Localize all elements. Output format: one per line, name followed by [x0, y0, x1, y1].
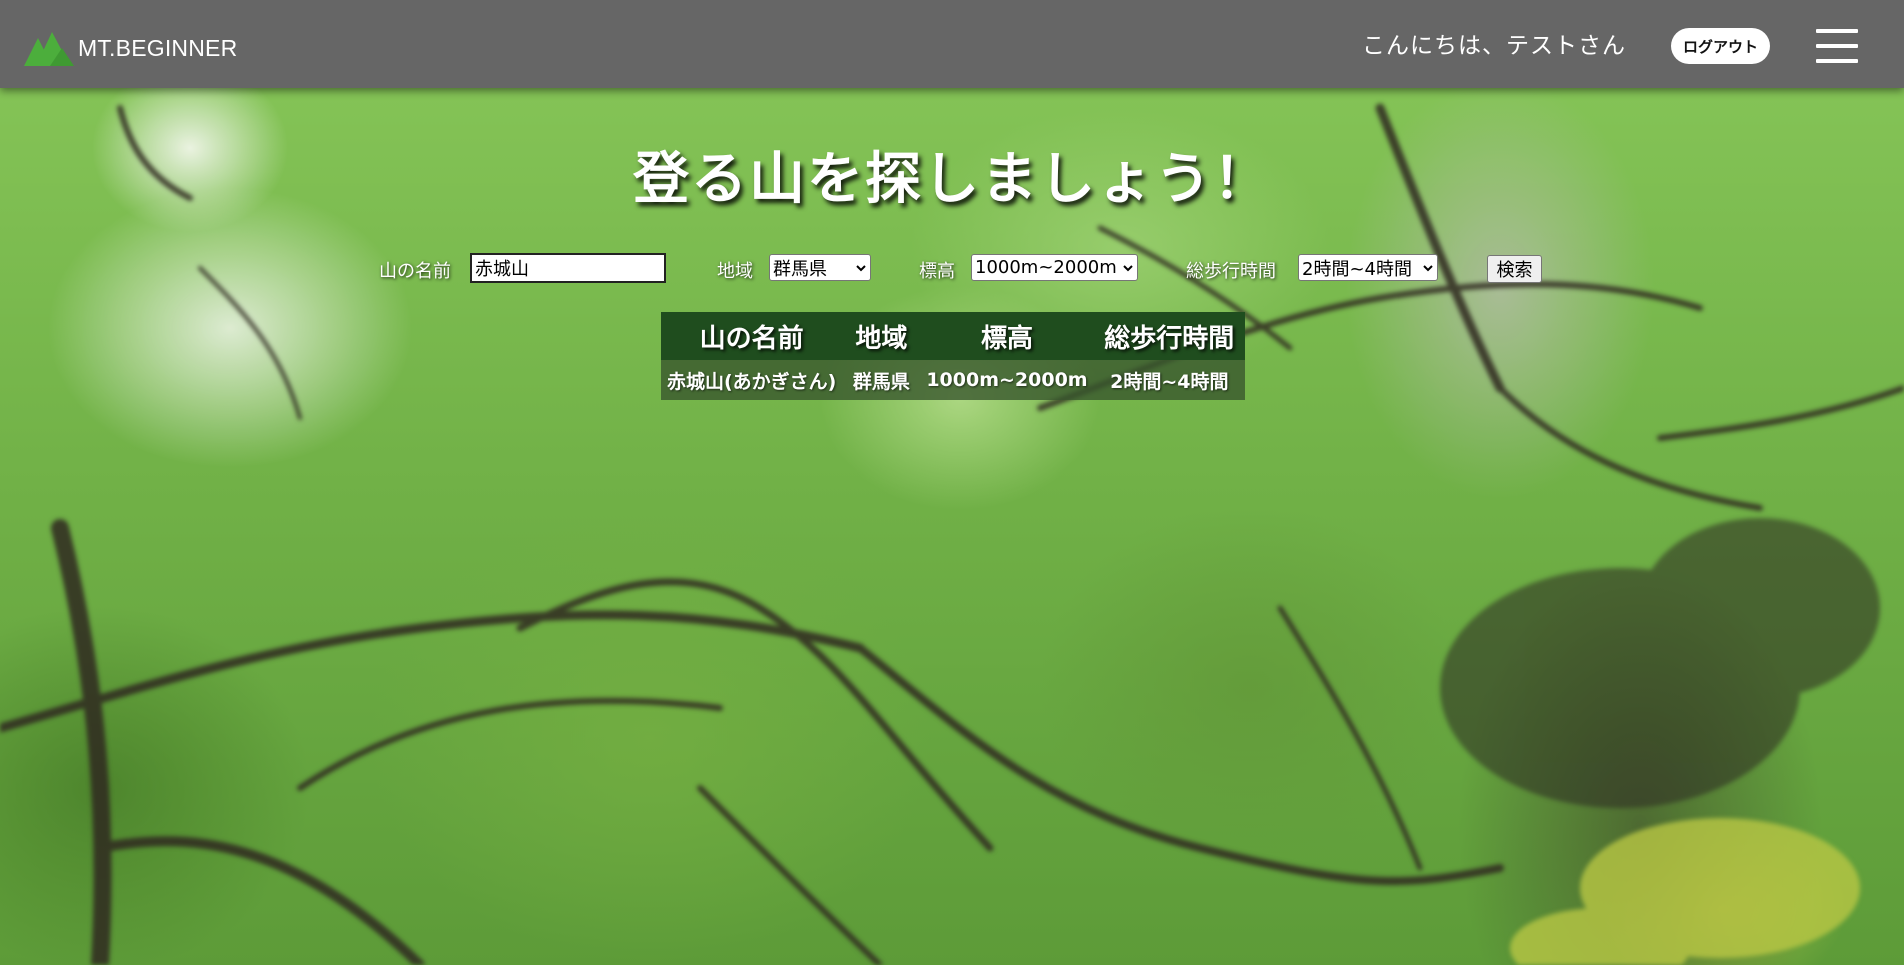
mountain-logo-icon: [24, 32, 74, 66]
elevation-selected-value: 1000m~2000m: [975, 257, 1117, 278]
column-header-walking-time: 総歩行時間: [1093, 312, 1245, 360]
hamburger-menu-icon[interactable]: [1816, 29, 1858, 63]
user-greeting: こんにちは、テストさん: [1362, 33, 1626, 59]
walking-time-label: 総歩行時間: [1186, 261, 1276, 282]
cell-mountain-name[interactable]: 赤城山(あかぎさん): [661, 360, 843, 400]
chevron-down-icon: [1123, 265, 1133, 272]
page-title: 登る山を探しましょう！: [633, 147, 1271, 212]
background-forest-image: [0, 88, 1904, 965]
chevron-down-icon: [1423, 265, 1433, 272]
elevation-label: 標高: [919, 261, 955, 282]
site-logo[interactable]: MT.BEGINNER: [24, 26, 237, 66]
table-header-row: 山の名前 地域 標高 総歩行時間: [661, 312, 1245, 360]
logo-text: MT.BEGINNER: [78, 35, 238, 61]
logout-button[interactable]: ログアウト: [1671, 28, 1770, 64]
column-header-name: 山の名前: [661, 312, 843, 360]
table-row[interactable]: 赤城山(あかぎさん) 群馬県 1000m~2000m 2時間~4時間: [661, 360, 1245, 400]
column-header-elevation: 標高: [920, 312, 1094, 360]
menu-bar: [1816, 44, 1858, 48]
mountain-name-label: 山の名前: [379, 261, 451, 282]
mountain-name-input[interactable]: [470, 253, 666, 283]
search-button[interactable]: 検索: [1487, 255, 1542, 283]
chevron-down-icon: [856, 265, 866, 272]
search-results-table: 山の名前 地域 標高 総歩行時間 赤城山(あかぎさん) 群馬県 1000m~20…: [661, 312, 1245, 400]
region-select[interactable]: 群馬県: [769, 254, 871, 281]
walking-time-selected-value: 2時間~4時間: [1302, 258, 1412, 280]
menu-bar: [1816, 29, 1858, 33]
elevation-select[interactable]: 1000m~2000m: [971, 254, 1138, 281]
page-bottom-edge: [0, 965, 1904, 970]
walking-time-select[interactable]: 2時間~4時間: [1298, 254, 1438, 281]
region-label: 地域: [717, 261, 753, 282]
cell-region: 群馬県: [842, 360, 921, 400]
cell-elevation: 1000m~2000m: [920, 360, 1094, 400]
top-navigation-bar: MT.BEGINNER こんにちは、テストさん ログアウト: [0, 0, 1904, 88]
region-selected-value: 群馬県: [773, 258, 827, 280]
cell-walking-time: 2時間~4時間: [1093, 360, 1245, 400]
column-header-region: 地域: [842, 312, 921, 360]
menu-bar: [1816, 59, 1858, 63]
mountain-search-form: 山の名前 地域 群馬県 標高 1000m~2000m 総歩行時間 2時間~4時間…: [0, 252, 1904, 286]
